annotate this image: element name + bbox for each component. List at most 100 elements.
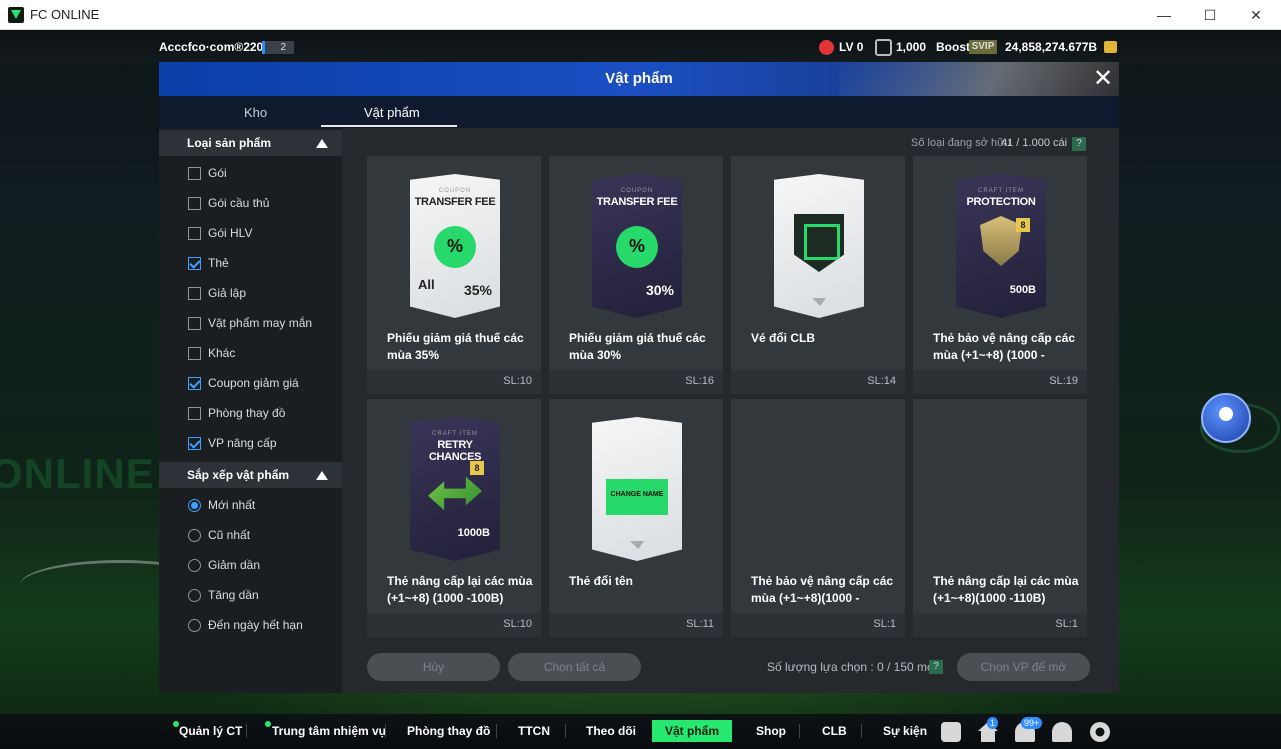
club-ticket-card [774, 174, 864, 318]
close-icon[interactable]: ✕ [1091, 66, 1115, 92]
item-footer: SL:1 [913, 613, 1087, 637]
owned-types-value: 41 / 1.000 cái [1001, 137, 1068, 149]
filter-label-khac: Khác [208, 346, 236, 360]
checkbox-the[interactable] [188, 257, 201, 270]
card-title: TRANSFER FEE [596, 196, 678, 208]
checkbox-vp-nang-cap[interactable] [188, 437, 201, 450]
settings-gear-icon[interactable] [1090, 722, 1110, 742]
card-subtitle: CRAFT ITEM [432, 431, 478, 437]
checkbox-khac[interactable] [188, 347, 201, 360]
item-name: Thẻ nâng cấp lại các mùa (+1~+8) (1000 -… [387, 574, 533, 605]
filter-label-the: Thẻ [208, 256, 229, 270]
card-amount: 500B [1009, 284, 1036, 296]
brand-logo-icon [812, 298, 826, 306]
nav-ttcn[interactable]: TTCN [518, 724, 550, 738]
nav-su-kien[interactable]: Sự kiện [883, 724, 927, 738]
bell-badge: 99+ [1021, 717, 1043, 729]
help-icon[interactable]: ? [929, 660, 943, 674]
item-tile[interactable]: COUPON TRANSFER FEE % All 35% Phiếu giảm… [367, 156, 541, 394]
filter-label-phong-thay-do: Phòng thay đồ [208, 406, 286, 420]
item-name: Thẻ nâng cấp lại các mùa (+1~+8)(1000 -1… [933, 574, 1079, 605]
coin-icon [1104, 41, 1117, 53]
nav-shop[interactable]: Shop [756, 724, 786, 738]
sort-label-den-ngay-het-han: Đến ngày hết hạn [208, 618, 303, 632]
item-quantity: SL:10 [503, 618, 532, 630]
sort-header[interactable]: Sắp xếp vật phẩm [159, 462, 342, 488]
window-title-bar: FC ONLINE — ☐ ✕ [0, 0, 1281, 30]
active-tab-indicator [321, 125, 457, 127]
checkbox-goi[interactable] [188, 167, 201, 180]
support-chat-icon[interactable] [1201, 393, 1251, 443]
checkbox-goi-hlv[interactable] [188, 227, 201, 240]
item-tile[interactable]: CRAFT ITEM RETRY CHANCES 8 1000B Thẻ nân… [367, 399, 541, 637]
nav-trung-tam-nhiem-vu[interactable]: Trung tâm nhiệm vụ [272, 724, 386, 738]
brand-logo-icon [630, 541, 644, 549]
checkbox-coupon-giam-gia[interactable] [188, 377, 201, 390]
radio-giam-dan[interactable] [188, 559, 201, 572]
radio-cu-nhat[interactable] [188, 529, 201, 542]
filter-label-vp-nang-cap: VP nâng cấp [208, 436, 277, 450]
product-type-header[interactable]: Loại sản phẩm [159, 130, 342, 156]
nav-separator [799, 724, 800, 738]
coupon-card: COUPON TRANSFER FEE % All 35% [410, 174, 500, 318]
filter-label-goi: Gói [208, 166, 227, 180]
item-tile[interactable]: CRAFT ITEM PROTECTION 8 500B Thẻ bảo vệ … [913, 156, 1087, 394]
items-content: Số loại đang sở hữu 41 / 1.000 cái ? COU… [342, 128, 1119, 693]
item-tile[interactable]: Thẻ nâng cấp lại các mùa (+1~+8)(1000 -1… [913, 399, 1087, 637]
game-top-bar: Acccfco·com®2202o 2 LV 0 1,000 Boost SVI… [0, 31, 1281, 63]
chat-icon[interactable] [941, 722, 961, 742]
profile-icon[interactable] [1052, 722, 1072, 742]
tab-vat-pham[interactable]: Vật phẩm [364, 105, 420, 120]
nav-separator [496, 724, 497, 738]
item-name: Thẻ đổi tên [569, 574, 633, 588]
help-icon[interactable]: ? [1072, 137, 1086, 151]
open-selected-button[interactable]: Chọn VP để mở [957, 653, 1090, 681]
boost-label[interactable]: Boost [936, 40, 970, 54]
nav-clb[interactable]: CLB [822, 724, 847, 738]
modal-header: Vật phẩm ✕ [159, 62, 1119, 96]
cancel-button[interactable]: Hủy [367, 653, 500, 681]
level-badge: 8 [470, 461, 484, 475]
radio-tang-dan[interactable] [188, 589, 201, 602]
close-window-button[interactable]: ✕ [1233, 0, 1279, 30]
item-tile[interactable]: CHANGE NAME Thẻ đổi tên SL:11 [549, 399, 723, 637]
minimize-button[interactable]: — [1141, 0, 1187, 30]
maximize-button[interactable]: ☐ [1187, 0, 1233, 30]
radio-den-ngay-het-han[interactable] [188, 619, 201, 632]
filter-label-coupon-giam-gia: Coupon giảm giá [208, 376, 299, 390]
item-quantity: SL:10 [503, 375, 532, 387]
nav-separator [565, 724, 566, 738]
select-all-button[interactable]: Chọn tất cả [508, 653, 641, 681]
radio-moi-nhat[interactable] [188, 499, 201, 512]
item-quantity: SL:16 [685, 375, 714, 387]
item-tile[interactable]: Vé đổi CLB SL:14 [731, 156, 905, 394]
checkbox-goi-cau-thu[interactable] [188, 197, 201, 210]
item-name: Thẻ bảo vệ nâng cấp các mùa (+1~+8)(1000… [751, 574, 894, 605]
card-percent: 35% [463, 282, 492, 298]
nav-phong-thay-do[interactable]: Phòng thay đồ [407, 724, 490, 738]
boost-points: 1,000 [896, 40, 927, 54]
product-type-header-label: Loại sản phẩm [187, 136, 272, 150]
modal-title: Vật phẩm [605, 70, 673, 87]
nav-separator [861, 724, 862, 738]
checkbox-phong-thay-do[interactable] [188, 407, 201, 420]
tab-kho[interactable]: Kho [244, 105, 267, 120]
nav-theo-doi[interactable]: Theo dõi [586, 724, 636, 738]
nav-quan-ly-ct[interactable]: Quản lý CT [179, 724, 242, 738]
svip-badge[interactable]: SVIP [969, 40, 997, 54]
collapse-up-icon[interactable] [316, 471, 328, 480]
item-quantity: SL:1 [1055, 618, 1078, 630]
checkbox-vat-pham-may-man[interactable] [188, 317, 201, 330]
collapse-up-icon[interactable] [316, 139, 328, 148]
checkbox-gia-lap[interactable] [188, 287, 201, 300]
sort-label-cu-nhat: Cũ nhất [208, 528, 251, 542]
nav-vat-pham[interactable]: Vật phẩm [652, 720, 732, 742]
card-title: RETRY CHANCES [428, 439, 482, 463]
filter-label-goi-hlv: Gói HLV [208, 226, 253, 240]
item-tile[interactable]: Thẻ bảo vệ nâng cấp các mùa (+1~+8)(1000… [731, 399, 905, 637]
percent-badge-icon: % [434, 226, 476, 268]
notification-dot [265, 721, 271, 727]
item-quantity: SL:14 [867, 375, 896, 387]
owned-types-label: Số loại đang sở hữu [911, 137, 1011, 149]
item-tile[interactable]: COUPON TRANSFER FEE % 30% Phiếu giảm giá… [549, 156, 723, 394]
